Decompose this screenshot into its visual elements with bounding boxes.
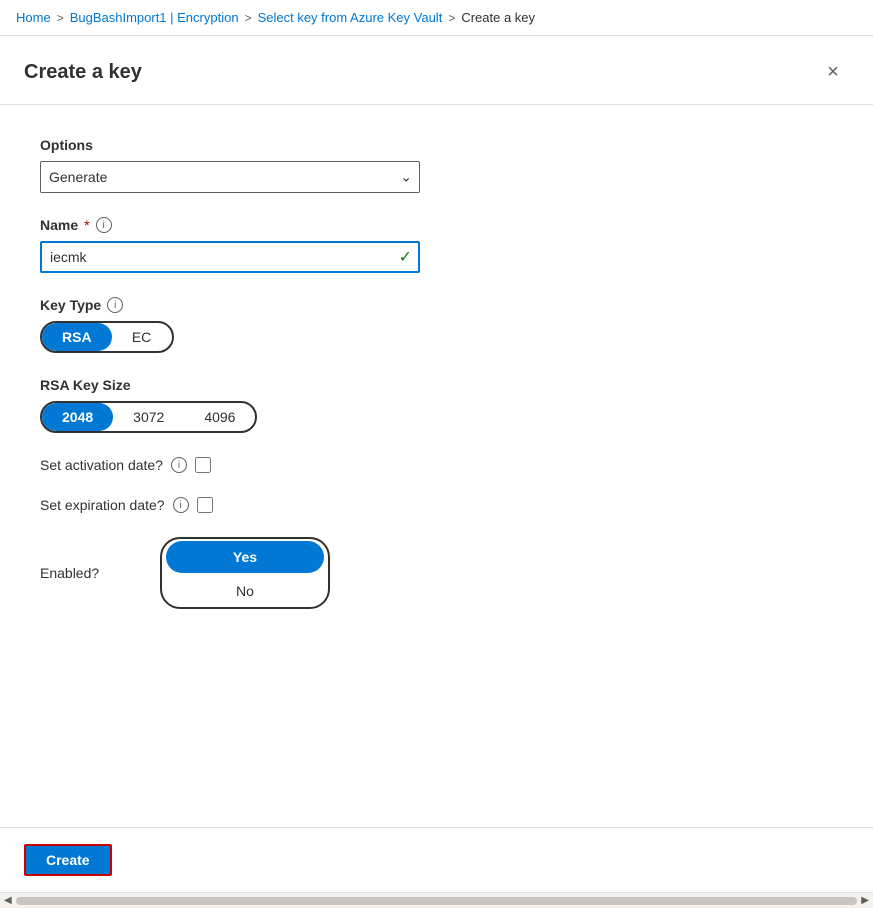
rsa-key-size-label: RSA Key Size [40,377,833,393]
expiration-date-label: Set expiration date? [40,497,165,513]
expiration-date-row: Set expiration date? i [40,497,833,513]
rsa-key-size-toggle-group: 2048 3072 4096 [40,401,257,433]
scroll-right-icon[interactable]: ▶ [861,895,869,906]
page-wrapper: Home > BugBashImport1 | Encryption > Sel… [0,0,873,908]
expiration-date-checkbox[interactable] [197,497,213,513]
expiration-date-info-icon[interactable]: i [173,497,189,513]
activation-date-row: Set activation date? i [40,457,833,473]
breadcrumb-select-key[interactable]: Select key from Azure Key Vault [258,10,443,25]
rsa-size-4096-button[interactable]: 4096 [184,403,255,431]
key-type-label: Key Type [40,297,101,313]
scroll-left-icon[interactable]: ◀ [4,895,12,906]
options-group: Options Generate Import Restore from bac… [40,137,833,193]
name-label-row: Name * i [40,217,833,233]
dialog-header: Create a key × [0,36,873,105]
breadcrumb-current: Create a key [461,10,535,25]
options-select-wrapper: Generate Import Restore from backup ⌄ [40,161,420,193]
enabled-yes-button[interactable]: Yes [166,541,324,573]
key-type-label-row: Key Type i [40,297,833,313]
activation-date-info-icon[interactable]: i [171,457,187,473]
rsa-key-size-group: RSA Key Size 2048 3072 4096 [40,377,833,433]
activation-date-checkbox[interactable] [195,457,211,473]
enabled-group: Enabled? Yes No [40,537,833,609]
rsa-size-3072-button[interactable]: 3072 [113,403,184,431]
key-type-ec-button[interactable]: EC [112,323,172,351]
breadcrumb-sep-1: > [57,11,64,25]
enabled-row: Enabled? Yes No [40,537,833,609]
key-type-toggle-group: RSA EC [40,321,174,353]
create-button[interactable]: Create [24,844,112,876]
activation-date-label: Set activation date? [40,457,163,473]
dialog-title: Create a key [24,61,142,84]
dialog-container: Create a key × Options Generate Import R… [0,36,873,908]
options-label: Options [40,137,833,153]
scroll-thumb [16,897,858,905]
expiration-date-group: Set expiration date? i [40,497,833,513]
name-group: Name * i ✓ [40,217,833,273]
enabled-toggle-group: Yes No [160,537,330,609]
name-label: Name [40,217,78,233]
name-info-icon[interactable]: i [96,217,112,233]
activation-date-group: Set activation date? i [40,457,833,473]
breadcrumb-sep-3: > [448,11,455,25]
rsa-size-2048-button[interactable]: 2048 [42,403,113,431]
key-type-group: Key Type i RSA EC [40,297,833,353]
breadcrumb-home[interactable]: Home [16,10,51,25]
options-select[interactable]: Generate Import Restore from backup [40,161,420,193]
breadcrumb: Home > BugBashImport1 | Encryption > Sel… [0,0,873,36]
name-input-wrapper: ✓ [40,241,420,273]
input-valid-icon: ✓ [399,247,412,267]
enabled-no-button[interactable]: No [162,575,328,607]
name-input[interactable] [40,241,420,273]
close-button[interactable]: × [817,56,849,88]
enabled-label: Enabled? [40,565,120,581]
name-required-star: * [84,217,89,233]
breadcrumb-encryption[interactable]: BugBashImport1 | Encryption [70,10,239,25]
key-type-rsa-button[interactable]: RSA [42,323,112,351]
dialog-body: Options Generate Import Restore from bac… [0,105,873,827]
key-type-info-icon[interactable]: i [107,297,123,313]
breadcrumb-sep-2: > [245,11,252,25]
dialog-footer: Create [0,827,873,892]
scrollbar-area: ◀ ▶ [0,892,873,908]
